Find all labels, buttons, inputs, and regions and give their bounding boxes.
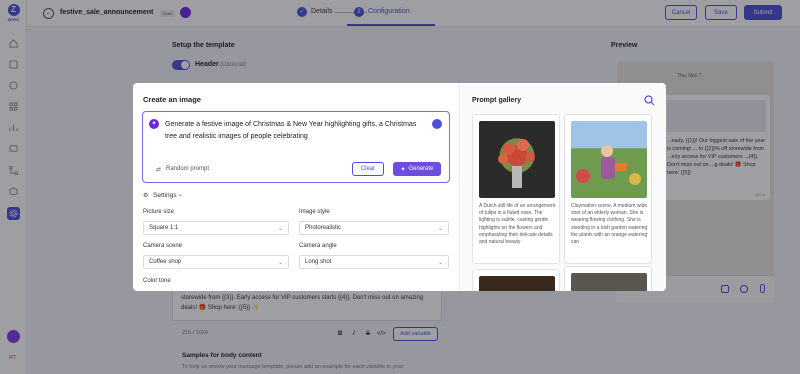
picture-size-value: Square 1:1 xyxy=(149,225,179,231)
generate-label: Generate xyxy=(408,166,434,172)
chevron-down-icon: ⌄ xyxy=(277,260,283,266)
gallery-card-claymation[interactable]: Claymation scene. A medium wide shot of … xyxy=(564,114,652,264)
camera-angle-select[interactable]: Long shot ⌄ xyxy=(299,255,449,269)
prompt-box[interactable]: ✦ Generate a festive image of Christmas … xyxy=(142,111,450,183)
clear-button[interactable]: Clear xyxy=(352,162,384,176)
gallery-image-4 xyxy=(571,273,647,291)
image-style-select[interactable]: Photorealistic ⌄ xyxy=(299,221,449,235)
generate-sparkle-icon: ✦ xyxy=(400,166,406,173)
generate-button[interactable]: ✦ Generate xyxy=(393,162,441,176)
chevron-down-icon: ⌄ xyxy=(277,226,283,232)
image-style-label: Image style xyxy=(299,209,330,215)
picture-size-select[interactable]: Square 1:1 ⌄ xyxy=(143,221,289,235)
random-prompt-link[interactable]: Random prompt xyxy=(166,166,209,172)
ai-sparkle-icon: ✦ xyxy=(149,119,159,129)
tulips-image xyxy=(479,121,555,198)
camera-angle-label: Camera angle xyxy=(299,243,337,249)
chevron-down-icon: ⌄ xyxy=(437,260,443,266)
camera-scene-select[interactable]: Coffee shop ⌄ xyxy=(143,255,289,269)
gallery-title: Prompt gallery xyxy=(472,97,522,104)
color-tone-label: Color tone xyxy=(143,278,171,284)
settings-toggle[interactable]: Settings xyxy=(153,192,177,199)
camera-scene-label: Camera scene xyxy=(143,243,183,249)
chevron-down-icon[interactable]: ⌄ xyxy=(178,191,183,198)
image-style-value: Photorealistic xyxy=(305,225,342,231)
gallery-image-3 xyxy=(479,276,555,291)
claymation-description: Claymation scene. A medium wide shot of … xyxy=(571,203,648,246)
gallery-card-4[interactable] xyxy=(564,266,652,291)
chevron-down-icon: ⌄ xyxy=(437,226,443,232)
tulips-description: A Dutch still life of an arrangement of … xyxy=(479,203,556,246)
camera-angle-value: Long shot xyxy=(305,259,332,265)
gallery-card-3[interactable] xyxy=(472,269,560,291)
modal-title: Create an image xyxy=(143,95,201,104)
camera-scene-value: Coffee shop xyxy=(149,259,182,265)
settings-gear-icon: ⚙ xyxy=(143,193,149,199)
shuffle-icon[interactable]: ⇄ xyxy=(156,166,161,173)
prompt-text[interactable]: Generate a festive image of Christmas & … xyxy=(165,119,425,143)
create-image-modal: Create an image ✦ Generate a festive ima… xyxy=(133,83,666,291)
search-icon[interactable] xyxy=(644,95,655,108)
mic-icon[interactable] xyxy=(432,119,442,129)
prompt-gallery-panel: Prompt gallery A Dutch still life of an … xyxy=(459,83,666,291)
picture-size-label: Picture size xyxy=(143,209,175,215)
gallery-card-tulips[interactable]: A Dutch still life of an arrangement of … xyxy=(472,114,560,264)
claymation-image xyxy=(571,121,647,198)
